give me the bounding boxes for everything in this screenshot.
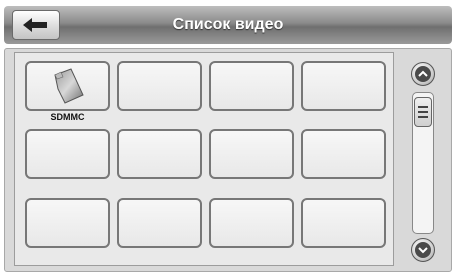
title-bar: Список видео	[4, 6, 452, 44]
grid-cell-sdmmc[interactable]	[25, 61, 110, 111]
scroll-down-button[interactable]	[411, 238, 435, 262]
grid-cell[interactable]	[209, 129, 294, 179]
page-title: Список видео	[172, 16, 284, 33]
grid-cell[interactable]	[301, 129, 386, 179]
grid-cell[interactable]	[209, 61, 294, 111]
scroll-up-button[interactable]	[411, 62, 435, 86]
grid-cell[interactable]	[117, 129, 202, 179]
grid-cell[interactable]	[209, 198, 294, 248]
scroll-track[interactable]	[412, 92, 434, 234]
grid-cell[interactable]	[301, 198, 386, 248]
back-button[interactable]	[12, 10, 60, 40]
chevron-down-icon	[418, 247, 428, 254]
grid-cell[interactable]	[117, 198, 202, 248]
scrollbar	[402, 58, 444, 266]
grid-cell[interactable]	[301, 61, 386, 111]
grid-cell[interactable]	[117, 61, 202, 111]
grid-cell[interactable]	[25, 129, 110, 179]
grid-cell[interactable]	[25, 198, 110, 248]
back-arrow-icon	[23, 18, 47, 32]
sdmmc-label: SDMMC	[50, 112, 85, 122]
sd-card-icon	[54, 68, 84, 104]
scroll-thumb[interactable]	[414, 97, 432, 127]
video-grid: SDMMC	[14, 52, 394, 266]
chevron-up-icon	[418, 70, 428, 77]
